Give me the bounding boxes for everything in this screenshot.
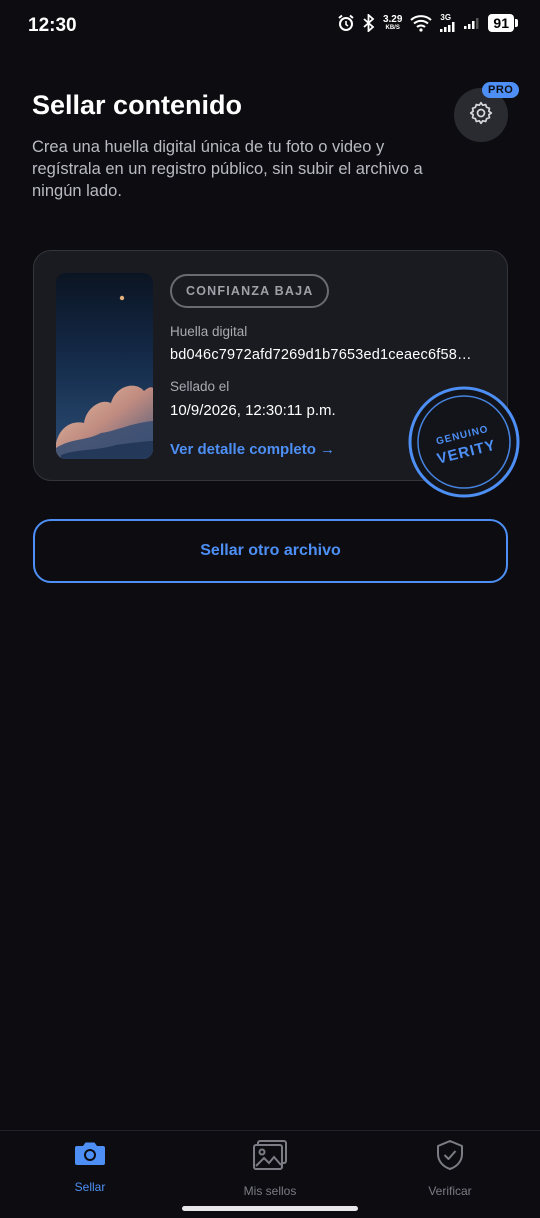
view-full-detail-link[interactable]: Ver detalle completo → [170, 441, 335, 458]
sealed-date-value: 10/9/2026, 12:30:11 p.m. [170, 402, 336, 419]
seal-other-file-button[interactable]: Sellar otro archivo [33, 519, 508, 583]
nav-label-verificar: Verificar [428, 1184, 472, 1198]
nav-item-verificar[interactable]: Verificar [390, 1139, 510, 1198]
wifi-icon [410, 14, 433, 32]
status-icons: 3.29 KB/S 3G 91 [337, 14, 518, 32]
alarm-icon [337, 14, 355, 32]
fingerprint-value: bd046c7972afd7269d1b7653ed1ceaec6f58… [170, 347, 472, 363]
pro-badge: PRO [482, 82, 520, 98]
nav-item-mis-sellos[interactable]: Mis sellos [210, 1139, 330, 1198]
nav-label-sellar: Sellar [74, 1180, 106, 1194]
page-description: Crea una huella digital única de tu foto… [32, 138, 423, 200]
fingerprint-label: Huella digital [170, 324, 248, 339]
page-title: Sellar contenido [32, 90, 243, 120]
battery-indicator: 91 [488, 14, 518, 32]
nav-item-sellar[interactable]: Sellar [30, 1139, 150, 1194]
media-thumbnail[interactable] [56, 273, 153, 459]
signal-icon [464, 17, 480, 29]
gear-icon [468, 100, 494, 131]
gallery-icon [252, 1139, 288, 1176]
bluetooth-icon [363, 14, 375, 32]
verity-stamp: GENUINO VERITY [407, 386, 523, 498]
cellular-3g-icon: 3G [440, 14, 456, 32]
status-time: 12:30 [28, 15, 77, 36]
home-indicator[interactable] [182, 1206, 358, 1211]
confidence-chip: CONFIANZA BAJA [170, 274, 330, 308]
nav-label-mis-sellos: Mis sellos [243, 1184, 297, 1198]
camera-icon [74, 1139, 106, 1172]
shield-check-icon [435, 1139, 465, 1176]
status-bar: 12:30 3.29 KB/S 3G 91 [0, 0, 540, 54]
sealed-date-label: Sellado el [170, 379, 230, 394]
bottom-navigation: Sellar Mis sellos Verificar [0, 1130, 540, 1218]
network-speed: 3.29 KB/S [382, 14, 403, 32]
